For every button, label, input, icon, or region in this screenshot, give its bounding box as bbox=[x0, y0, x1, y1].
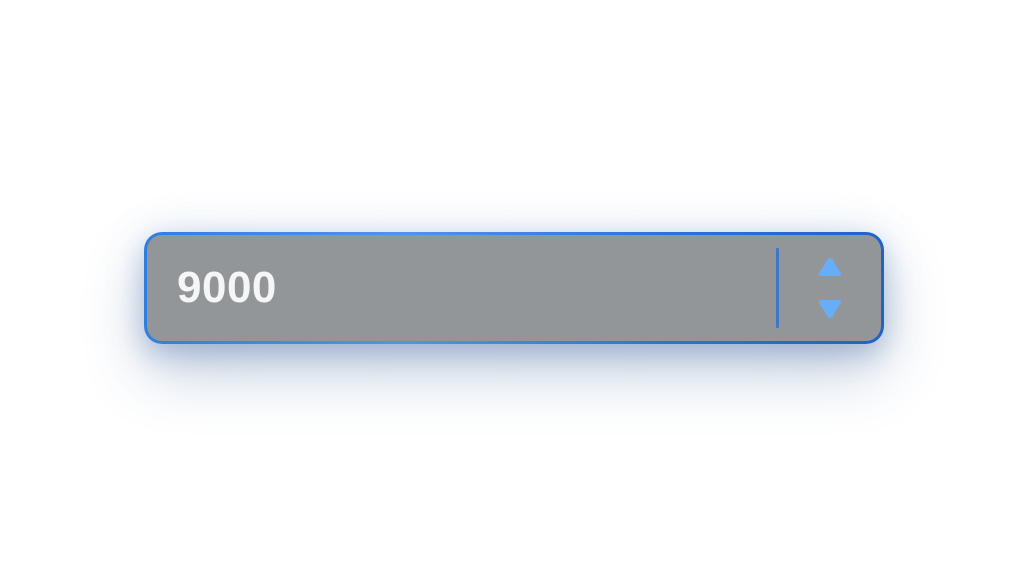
number-spinner[interactable]: 9000 bbox=[144, 232, 884, 344]
increment-button[interactable] bbox=[810, 251, 850, 283]
value-text: 9000 bbox=[177, 263, 277, 312]
triangle-up-icon bbox=[818, 258, 842, 276]
canvas: 9000 bbox=[0, 0, 1024, 576]
triangle-down-icon bbox=[818, 300, 842, 318]
decrement-button[interactable] bbox=[810, 293, 850, 325]
spinner-body: 9000 bbox=[147, 235, 881, 341]
stepper-controls bbox=[779, 235, 881, 341]
value-input[interactable]: 9000 bbox=[147, 235, 776, 341]
